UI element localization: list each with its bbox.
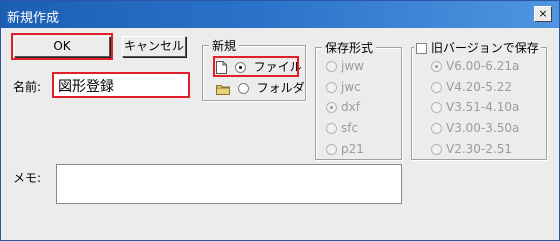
version-option[interactable]: V4.20-5.22 (431, 80, 512, 94)
format-option-sfc[interactable]: sfc (326, 121, 358, 135)
old-version-checkbox[interactable] (416, 43, 427, 54)
version-radio[interactable] (431, 61, 442, 72)
version-option[interactable]: V3.00-3.50a (431, 121, 519, 135)
save-format-group-title: 保存形式 (322, 39, 377, 56)
folder-radio[interactable] (237, 83, 249, 94)
version-option-label: V6.00-6.21a (446, 59, 520, 73)
format-option-dxf[interactable]: dxf (326, 100, 360, 114)
version-radio[interactable] (431, 144, 442, 155)
format-option-label: sfc (341, 121, 359, 135)
version-radio[interactable] (431, 102, 442, 113)
title-bar[interactable]: 新規作成 × (1, 1, 559, 28)
old-version-group-title[interactable]: 旧バージョンで保存 (414, 39, 541, 56)
format-radio[interactable] (326, 123, 337, 134)
folder-icon (216, 83, 230, 98)
version-option-label: V2.30-2.51 (446, 142, 512, 156)
version-option-label: V3.51-4.10a (446, 100, 520, 114)
new-type-group-title: 新規 (209, 37, 240, 54)
format-radio[interactable] (326, 82, 337, 93)
format-option-label: jwc (341, 80, 361, 94)
version-option-label: V3.00-3.50a (446, 121, 520, 135)
window-title: 新規作成 (7, 11, 60, 26)
document-icon (216, 61, 227, 77)
new-type-file-option[interactable]: ファイル (213, 56, 302, 77)
file-option-label: ファイル (253, 60, 302, 74)
format-option-jww[interactable]: jww (326, 59, 364, 73)
format-radio[interactable] (326, 102, 337, 113)
format-option-label: jww (341, 59, 364, 73)
version-radio[interactable] (431, 82, 442, 93)
name-label: 名前: (13, 80, 42, 94)
format-radio[interactable] (326, 144, 337, 155)
memo-input[interactable] (56, 164, 402, 204)
file-radio[interactable] (234, 62, 246, 73)
memo-label: メモ: (13, 171, 42, 185)
new-type-folder-option[interactable]: フォルダ (216, 79, 305, 98)
format-option-label: dxf (341, 100, 360, 114)
close-button[interactable]: × (534, 6, 552, 22)
close-icon: × (538, 7, 548, 20)
version-option[interactable]: V3.51-4.10a (431, 100, 519, 114)
version-option-label: V4.20-5.22 (446, 80, 512, 94)
cancel-button[interactable]: キャンセル (122, 36, 186, 57)
format-option-jwc[interactable]: jwc (326, 80, 361, 94)
format-option-label: p21 (341, 142, 364, 156)
old-version-checkbox-label: 旧バージョンで保存 (431, 41, 539, 55)
name-input[interactable]: 図形登録 (52, 72, 190, 98)
ok-button[interactable]: OK (11, 33, 113, 60)
version-radio[interactable] (431, 123, 442, 134)
version-option[interactable]: V2.30-2.51 (431, 142, 512, 156)
version-option[interactable]: V6.00-6.21a (431, 59, 519, 73)
folder-option-label: フォルダ (256, 81, 305, 95)
new-dialog-window: 新規作成 × OK キャンセル 名前: 図形登録 メモ: 新規 ファイル フォル… (0, 0, 560, 241)
format-radio[interactable] (326, 61, 337, 72)
format-option-p21[interactable]: p21 (326, 142, 364, 156)
